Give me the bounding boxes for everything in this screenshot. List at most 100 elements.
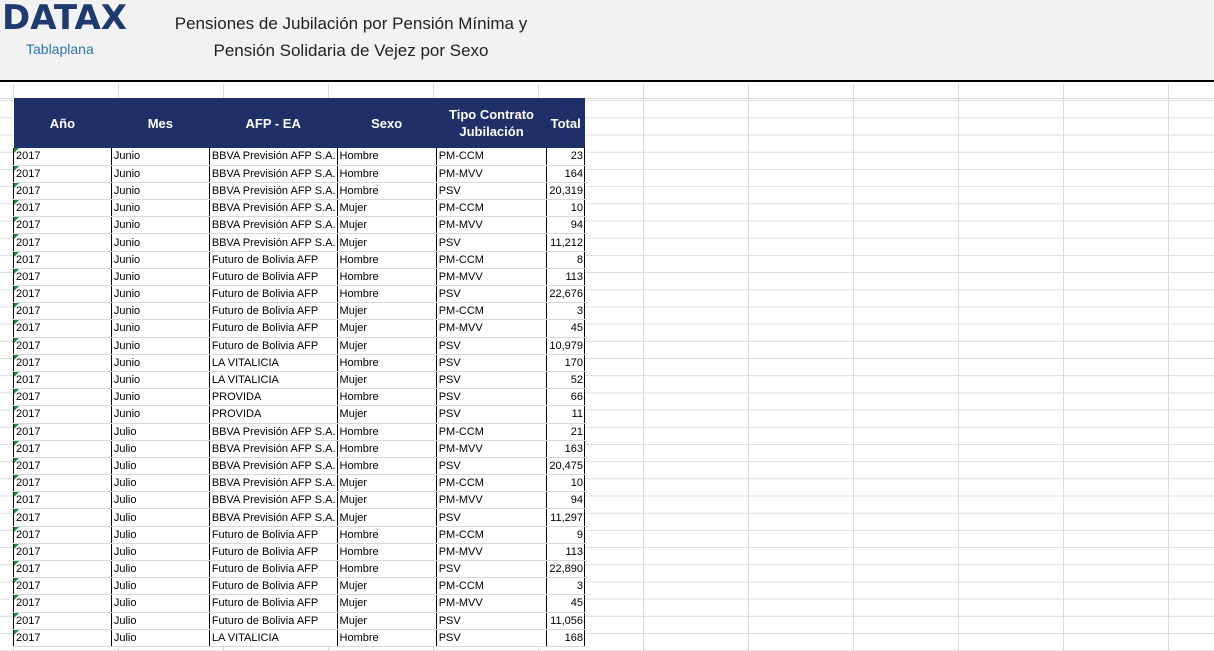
cell-tipo-contrato[interactable]: PSV [435, 629, 547, 647]
cell-tipo-contrato[interactable]: PSV [435, 182, 547, 201]
cell-afp[interactable]: BBVA Previsión AFP S.A. [208, 474, 338, 493]
cell-mes[interactable]: Julio [110, 457, 210, 476]
cell-tipo-contrato[interactable]: PM-MVV [435, 319, 547, 338]
cell-sexo[interactable]: Hombre [336, 526, 437, 544]
cell-sexo[interactable]: Hombre [336, 165, 437, 183]
cell-total[interactable]: 11,056 [546, 612, 585, 630]
cell-tipo-contrato[interactable]: PM-CCM [435, 474, 547, 493]
cell-anio[interactable]: 2017 [13, 526, 112, 544]
cell-mes[interactable]: Julio [110, 526, 210, 544]
cell-afp[interactable]: Futuro de Bolivia AFP [208, 268, 338, 287]
cell-afp[interactable]: BBVA Previsión AFP S.A. [208, 148, 338, 166]
cell-tipo-contrato[interactable]: PM-MVV [435, 165, 547, 183]
cell-tipo-contrato[interactable]: PSV [435, 508, 547, 527]
cell-mes[interactable]: Junio [110, 319, 210, 338]
cell-anio[interactable]: 2017 [13, 508, 112, 527]
cell-sexo[interactable]: Hombre [336, 354, 437, 372]
column-header-afp[interactable]: AFP - EA [209, 98, 338, 148]
cell-anio[interactable]: 2017 [13, 594, 112, 613]
cell-tipo-contrato[interactable]: PSV [435, 233, 547, 252]
cell-anio[interactable]: 2017 [13, 251, 112, 269]
cell-sexo[interactable]: Hombre [336, 285, 437, 304]
cell-afp[interactable]: Futuro de Bolivia AFP [208, 302, 338, 321]
cell-tipo-contrato[interactable]: PM-CCM [435, 199, 547, 218]
cell-anio[interactable]: 2017 [13, 285, 112, 304]
cell-mes[interactable]: Julio [110, 612, 210, 630]
cell-total[interactable]: 94 [546, 216, 585, 235]
cell-total[interactable]: 113 [546, 268, 585, 287]
cell-anio[interactable]: 2017 [13, 474, 112, 493]
cell-total[interactable]: 45 [546, 594, 585, 613]
cell-mes[interactable]: Julio [110, 577, 210, 596]
cell-mes[interactable]: Junio [110, 268, 210, 287]
cell-total[interactable]: 94 [546, 491, 585, 510]
cell-mes[interactable]: Julio [110, 508, 210, 527]
cell-tipo-contrato[interactable]: PSV [435, 371, 547, 390]
cell-afp[interactable]: PROVIDA [208, 405, 338, 424]
cell-mes[interactable]: Junio [110, 182, 210, 201]
cell-total[interactable]: 168 [546, 629, 585, 647]
cell-mes[interactable]: Junio [110, 165, 210, 183]
cell-sexo[interactable]: Mujer [336, 233, 437, 252]
cell-sexo[interactable]: Hombre [336, 268, 437, 287]
cell-afp[interactable]: Futuro de Bolivia AFP [208, 577, 338, 596]
cell-total[interactable]: 45 [546, 319, 585, 338]
cell-tipo-contrato[interactable]: PSV [435, 285, 547, 304]
cell-anio[interactable]: 2017 [13, 612, 112, 630]
cell-anio[interactable]: 2017 [13, 577, 112, 596]
cell-tipo-contrato[interactable]: PSV [435, 457, 547, 476]
cell-tipo-contrato[interactable]: PM-MVV [435, 216, 547, 235]
cell-total[interactable]: 164 [546, 165, 585, 183]
cell-mes[interactable]: Julio [110, 474, 210, 493]
cell-total[interactable]: 22,676 [546, 285, 585, 304]
cell-sexo[interactable]: Mujer [336, 199, 437, 218]
cell-tipo-contrato[interactable]: PM-MVV [435, 594, 547, 613]
cell-tipo-contrato[interactable]: PSV [435, 560, 547, 579]
cell-afp[interactable]: Futuro de Bolivia AFP [208, 594, 338, 613]
cell-anio[interactable]: 2017 [13, 216, 112, 235]
cell-sexo[interactable]: Mujer [336, 405, 437, 424]
cell-mes[interactable]: Junio [110, 285, 210, 304]
cell-sexo[interactable]: Mujer [336, 577, 437, 596]
cell-total[interactable]: 11,212 [546, 233, 585, 252]
cell-total[interactable]: 10 [546, 199, 585, 218]
cell-total[interactable]: 11,297 [546, 508, 585, 527]
cell-afp[interactable]: LA VITALICIA [208, 629, 338, 647]
cell-tipo-contrato[interactable]: PM-CCM [435, 251, 547, 269]
cell-afp[interactable]: Futuro de Bolivia AFP [208, 285, 338, 304]
cell-anio[interactable]: 2017 [13, 199, 112, 218]
cell-afp[interactable]: BBVA Previsión AFP S.A. [208, 508, 338, 527]
cell-mes[interactable]: Julio [110, 440, 210, 458]
cell-mes[interactable]: Julio [110, 543, 210, 562]
cell-tipo-contrato[interactable]: PM-MVV [435, 440, 547, 458]
cell-total[interactable]: 163 [546, 440, 585, 458]
column-header-total[interactable]: Total [546, 98, 585, 148]
cell-afp[interactable]: BBVA Previsión AFP S.A. [208, 182, 338, 201]
cell-mes[interactable]: Julio [110, 629, 210, 647]
cell-total[interactable]: 23 [546, 148, 585, 166]
cell-tipo-contrato[interactable]: PSV [435, 337, 547, 355]
cell-anio[interactable]: 2017 [13, 440, 112, 458]
cell-mes[interactable]: Julio [110, 491, 210, 510]
cell-sexo[interactable]: Mujer [336, 302, 437, 321]
column-header-mes[interactable]: Mes [111, 98, 210, 148]
cell-mes[interactable]: Junio [110, 233, 210, 252]
cell-tipo-contrato[interactable]: PM-MVV [435, 543, 547, 562]
cell-mes[interactable]: Junio [110, 388, 210, 407]
cell-mes[interactable]: Junio [110, 337, 210, 355]
cell-afp[interactable]: Futuro de Bolivia AFP [208, 251, 338, 269]
cell-anio[interactable]: 2017 [13, 423, 112, 441]
cell-tipo-contrato[interactable]: PM-CCM [435, 526, 547, 544]
cell-anio[interactable]: 2017 [13, 543, 112, 562]
cell-anio[interactable]: 2017 [13, 233, 112, 252]
cell-mes[interactable]: Junio [110, 405, 210, 424]
cell-sexo[interactable]: Mujer [336, 491, 437, 510]
column-header-anio[interactable]: Año [13, 98, 112, 148]
cell-anio[interactable]: 2017 [13, 405, 112, 424]
cell-tipo-contrato[interactable]: PM-CCM [435, 148, 547, 166]
cell-anio[interactable]: 2017 [13, 388, 112, 407]
cell-afp[interactable]: LA VITALICIA [208, 371, 338, 390]
cell-sexo[interactable]: Mujer [336, 216, 437, 235]
cell-afp[interactable]: BBVA Previsión AFP S.A. [208, 216, 338, 235]
cell-total[interactable]: 52 [546, 371, 585, 390]
